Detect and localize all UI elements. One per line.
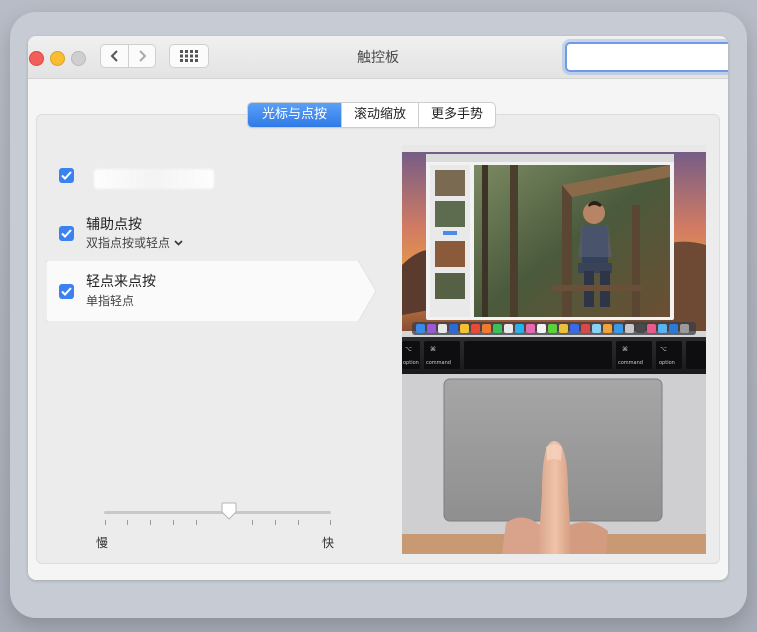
slider-tick <box>105 520 106 525</box>
secondary-click-dropdown[interactable]: 双指点按或轻点 <box>86 234 183 251</box>
chevron-down-icon <box>174 239 183 246</box>
option-symbol-left: ⌥ <box>405 346 412 353</box>
gesture-preview-image: ⌘ command ⌘ command ⌥ option ⌥ option <box>402 145 706 554</box>
command-key-right-label: command <box>618 360 643 366</box>
slider-tick <box>196 520 197 525</box>
slider-tick <box>275 520 276 525</box>
slider-min-label: 慢 <box>96 536 109 550</box>
option-symbol-right: ⌥ <box>660 346 667 353</box>
secondary-click-subtitle: 双指点按或轻点 <box>86 236 171 250</box>
tab-point-click[interactable]: 光标与点按 <box>248 103 342 127</box>
tap-to-click-subtitle: 单指轻点 <box>86 294 135 308</box>
command-symbol-left: ⌘ <box>430 346 436 353</box>
secondary-click-checkbox[interactable] <box>59 226 74 241</box>
tap-to-click-checkbox[interactable] <box>59 284 74 299</box>
slider-tick <box>252 520 253 525</box>
tracking-speed-slider[interactable] <box>104 511 331 514</box>
checkmark-icon <box>61 171 72 180</box>
slider-tick <box>127 520 128 525</box>
preview-illustration: ⌘ command ⌘ command ⌥ option ⌥ option <box>402 145 706 554</box>
option-1-label-blurred <box>94 169 214 189</box>
slider-tick <box>150 520 151 525</box>
tab-more-gestures[interactable]: 更多手势 <box>418 103 495 127</box>
command-symbol-right: ⌘ <box>622 346 628 353</box>
slider-tick <box>330 520 331 525</box>
checkmark-icon <box>61 287 72 296</box>
option-key-left-label: option <box>403 360 419 366</box>
slider-max-label: 快 <box>322 536 335 550</box>
trackpad-preferences-window: 触控板 光标与点按 滚动缩放 更多手势 辅助点按 双指点按或轻点 轻点来点按 单… <box>28 36 728 580</box>
checkmark-icon <box>61 229 72 238</box>
tab-scroll-zoom[interactable]: 滚动缩放 <box>341 103 418 127</box>
option-1-checkbox[interactable] <box>59 168 74 183</box>
titlebar: 触控板 <box>28 36 728 79</box>
slider-tick <box>298 520 299 525</box>
slider-knob[interactable] <box>221 502 237 520</box>
secondary-click-title: 辅助点按 <box>86 217 142 233</box>
tab-bar: 光标与点按 滚动缩放 更多手势 <box>247 102 497 128</box>
slider-tick <box>173 520 174 525</box>
selected-row-highlight <box>46 260 376 322</box>
tap-to-click-title: 轻点来点按 <box>86 274 156 290</box>
command-key-left-label: command <box>426 360 451 366</box>
option-key-right-label: option <box>659 360 675 366</box>
search-input[interactable] <box>565 42 728 72</box>
